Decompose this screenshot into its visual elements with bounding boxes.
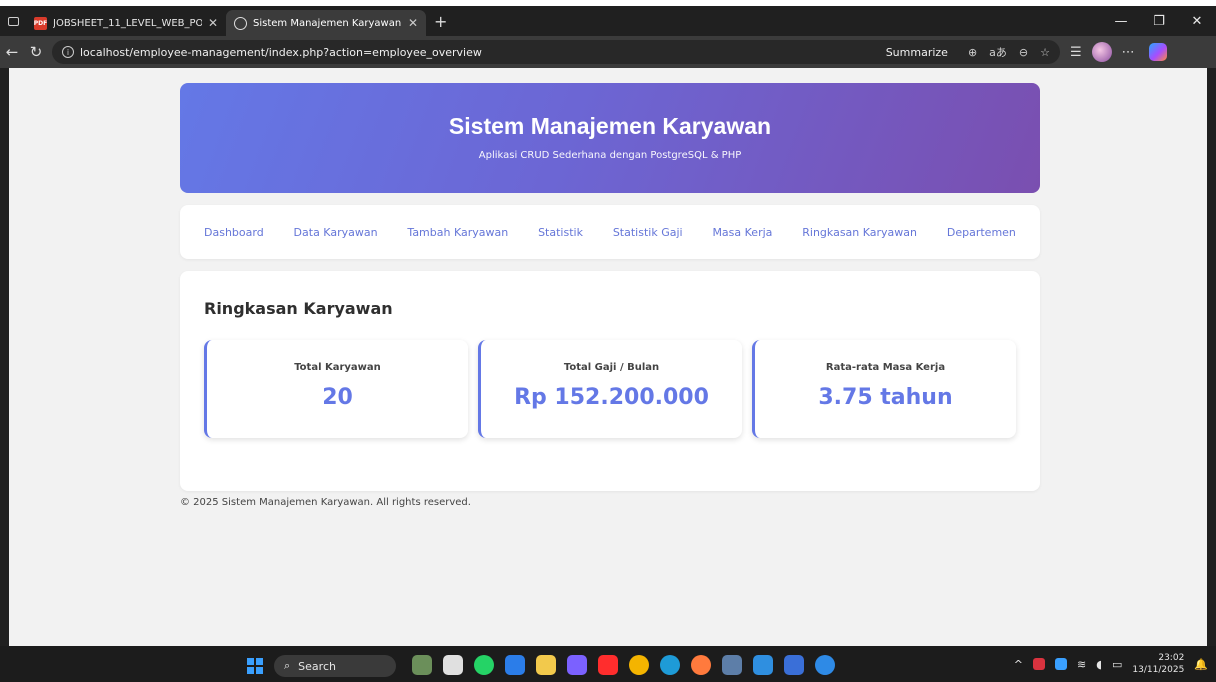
summary-section: Ringkasan Karyawan Total Karyawan 20 Tot… bbox=[180, 271, 1040, 491]
tab-jobsheet[interactable]: PDF JOBSHEET_11_LEVEL_WEB_POSGF ✕ bbox=[26, 10, 226, 36]
info-icon[interactable]: i bbox=[62, 46, 74, 58]
nav-masa-kerja[interactable]: Masa Kerja bbox=[712, 226, 772, 239]
clock-date: 13/11/2025 bbox=[1132, 665, 1185, 675]
file-explorer-icon[interactable] bbox=[536, 655, 556, 675]
firefox-icon[interactable] bbox=[691, 655, 711, 675]
nav-tambah-karyawan[interactable]: Tambah Karyawan bbox=[407, 226, 508, 239]
clock-time: 23:02 bbox=[1158, 653, 1185, 663]
stat-label: Total Gaji / Bulan bbox=[563, 362, 660, 373]
copilot-icon[interactable] bbox=[1148, 43, 1167, 61]
favorite-star-icon[interactable]: ☆ bbox=[1040, 46, 1050, 59]
url-text: localhost/employee-management/index.php?… bbox=[80, 45, 482, 59]
nav-dashboard[interactable]: Dashboard bbox=[204, 226, 264, 239]
chevron-up-icon[interactable]: ^ bbox=[1014, 658, 1023, 671]
translate-icon[interactable]: ⊕ bbox=[968, 46, 977, 59]
profile-avatar[interactable] bbox=[1091, 42, 1112, 62]
more-menu-icon[interactable]: ⋯ bbox=[1122, 45, 1135, 60]
read-aloud-icon[interactable]: aあ bbox=[989, 44, 1007, 60]
close-tab-icon[interactable]: ✕ bbox=[208, 16, 218, 30]
header-banner: Sistem Manajemen Karyawan Aplikasi CRUD … bbox=[180, 83, 1040, 193]
stat-value: 20 bbox=[322, 385, 353, 410]
page-footer: © 2025 Sistem Manajemen Karyawan. All ri… bbox=[180, 497, 471, 508]
taskbar-search[interactable]: ⌕ Search bbox=[274, 655, 396, 677]
main-navigation: Dashboard Data Karyawan Tambah Karyawan … bbox=[180, 205, 1040, 259]
summarize-button[interactable]: Summarize bbox=[886, 46, 948, 59]
window-controls: — ❐ ✕ bbox=[1102, 6, 1216, 36]
page-subtitle: Aplikasi CRUD Sederhana dengan PostgreSQ… bbox=[478, 150, 742, 161]
stat-cards: Total Karyawan 20 Total Gaji / Bulan Rp … bbox=[204, 340, 1016, 438]
stat-label: Rata-rata Masa Kerja bbox=[825, 362, 946, 373]
stat-card-masa-kerja: Rata-rata Masa Kerja 3.75 tahun bbox=[752, 340, 1016, 438]
app-icon[interactable] bbox=[815, 655, 835, 675]
stat-value: 3.75 tahun bbox=[818, 385, 953, 410]
app-icon[interactable] bbox=[567, 655, 587, 675]
tab-title: JOBSHEET_11_LEVEL_WEB_POSGF bbox=[53, 17, 202, 29]
nav-ringkasan-karyawan[interactable]: Ringkasan Karyawan bbox=[802, 226, 917, 239]
search-icon: ⌕ bbox=[284, 659, 291, 672]
close-window-button[interactable]: ✕ bbox=[1178, 6, 1216, 36]
app-icon[interactable] bbox=[784, 655, 804, 675]
url-field[interactable]: i localhost/employee-management/index.ph… bbox=[52, 40, 1060, 64]
refresh-icon[interactable]: ↻ bbox=[24, 43, 48, 61]
stat-value: Rp 152.200.000 bbox=[514, 385, 709, 410]
chrome-icon[interactable] bbox=[629, 655, 649, 675]
whatsapp-icon[interactable] bbox=[474, 655, 494, 675]
nav-data-karyawan[interactable]: Data Karyawan bbox=[294, 226, 378, 239]
search-label: Search bbox=[298, 659, 336, 673]
youtube-icon[interactable] bbox=[598, 655, 618, 675]
page-title: Sistem Manajemen Karyawan bbox=[448, 113, 772, 139]
system-tray: ^ ≋ ◖ ▭ 23:02 13/11/2025 🔔 bbox=[1014, 652, 1208, 676]
tab-actions-button[interactable] bbox=[0, 6, 26, 36]
zoom-icon[interactable]: ⊖ bbox=[1019, 46, 1028, 59]
battery-icon[interactable]: ▭ bbox=[1112, 658, 1122, 671]
vscode-icon[interactable] bbox=[753, 655, 773, 675]
address-bar-row: ← ↻ i localhost/employee-management/inde… bbox=[0, 36, 1216, 68]
back-icon[interactable]: ← bbox=[0, 43, 24, 61]
stat-card-total-karyawan: Total Karyawan 20 bbox=[204, 340, 468, 438]
windows-start-icon[interactable] bbox=[247, 658, 263, 674]
pdf-icon: PDF bbox=[34, 16, 47, 30]
tray-app-icon[interactable] bbox=[1033, 658, 1045, 670]
stat-card-total-gaji: Total Gaji / Bulan Rp 152.200.000 bbox=[478, 340, 742, 438]
taskbar-apps bbox=[412, 655, 835, 675]
notification-bell-icon[interactable]: 🔔 bbox=[1194, 658, 1208, 671]
app-icon[interactable] bbox=[505, 655, 525, 675]
tab-actions-icon bbox=[7, 16, 19, 26]
tab-sistem-manajemen[interactable]: Sistem Manajemen Karyawan ✕ bbox=[226, 10, 426, 36]
taskbar: ⌕ Search ^ ≋ ◖ ▭ 23:02 13/11/2025 🔔 bbox=[0, 646, 1216, 682]
stat-label: Total Karyawan bbox=[294, 362, 381, 373]
weather-widget-icon[interactable] bbox=[412, 655, 432, 675]
clock[interactable]: 23:02 13/11/2025 bbox=[1132, 652, 1184, 676]
volume-icon[interactable]: ◖ bbox=[1096, 658, 1102, 671]
nav-statistik[interactable]: Statistik bbox=[538, 226, 583, 239]
restore-button[interactable]: ❐ bbox=[1140, 6, 1178, 36]
browser-tab-bar: PDF JOBSHEET_11_LEVEL_WEB_POSGF ✕ Sistem… bbox=[0, 6, 1216, 36]
content-container: Sistem Manajemen Karyawan Aplikasi CRUD … bbox=[180, 83, 1040, 508]
globe-icon bbox=[234, 16, 247, 30]
new-tab-button[interactable]: + bbox=[426, 12, 455, 31]
wifi-icon[interactable]: ≋ bbox=[1077, 658, 1086, 671]
page-viewport: Sistem Manajemen Karyawan Aplikasi CRUD … bbox=[9, 68, 1207, 646]
nav-departemen[interactable]: Departemen bbox=[947, 226, 1016, 239]
close-tab-icon[interactable]: ✕ bbox=[408, 16, 418, 30]
edge-icon[interactable] bbox=[660, 655, 680, 675]
task-view-icon[interactable] bbox=[443, 655, 463, 675]
postgresql-icon[interactable] bbox=[722, 655, 742, 675]
tab-title: Sistem Manajemen Karyawan bbox=[253, 17, 402, 29]
nav-statistik-gaji[interactable]: Statistik Gaji bbox=[613, 226, 683, 239]
favorites-icon[interactable]: ☰ bbox=[1070, 45, 1082, 60]
summary-title: Ringkasan Karyawan bbox=[204, 299, 393, 318]
minimize-button[interactable]: — bbox=[1102, 6, 1140, 36]
tray-app-icon[interactable] bbox=[1055, 658, 1067, 670]
